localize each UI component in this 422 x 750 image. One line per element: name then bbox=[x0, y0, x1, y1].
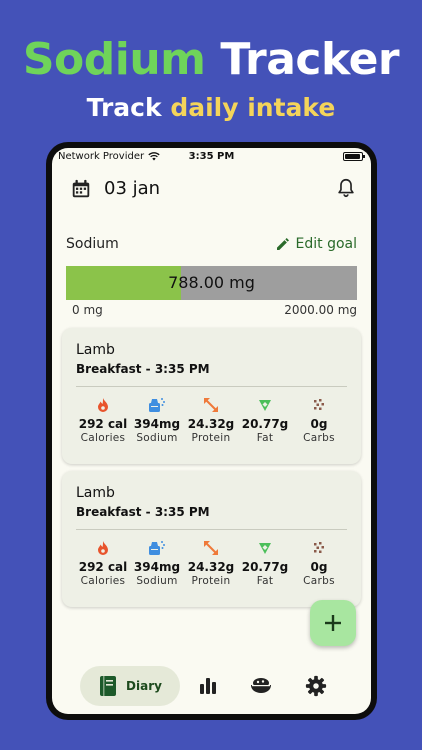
bowl-icon[interactable] bbox=[250, 675, 272, 695]
promo-subtitle-word2: daily intake bbox=[170, 93, 336, 122]
nutrient-label: Sodium bbox=[136, 575, 178, 587]
promo-subtitle-word1: Track bbox=[86, 93, 162, 122]
nutrient-value: 24.32g bbox=[187, 560, 235, 574]
nutrient-fat: 20.77g Fat bbox=[238, 539, 292, 587]
calendar-icon[interactable] bbox=[70, 178, 92, 200]
stats-icon[interactable] bbox=[198, 675, 218, 695]
settings-icon[interactable] bbox=[305, 675, 327, 697]
nav-diary[interactable]: Diary bbox=[80, 666, 180, 706]
nutrient-calories: 292 cal Calories bbox=[76, 539, 130, 587]
nutrient-label: Calories bbox=[80, 575, 126, 587]
pencil-icon bbox=[276, 238, 289, 250]
flame-icon bbox=[76, 396, 130, 414]
nutrient-label: Protein bbox=[191, 432, 231, 444]
nutrient-label: Carbs bbox=[303, 432, 335, 444]
sodium-summary-row: Sodium Edit goal bbox=[66, 236, 357, 256]
salt-shaker-icon bbox=[130, 396, 184, 414]
current-date[interactable]: 03 jan bbox=[104, 178, 160, 199]
nav-diary-label: Diary bbox=[126, 679, 162, 693]
card-divider bbox=[76, 386, 347, 387]
nutrient-label: Fat bbox=[256, 575, 274, 587]
add-entry-button[interactable] bbox=[310, 600, 356, 646]
food-entry-card[interactable]: Lamb Breakfast - 3:35 PM 292 cal Calorie… bbox=[62, 328, 361, 464]
promo-subtitle: Track daily intake bbox=[0, 90, 422, 126]
arrows-diagonal-icon bbox=[184, 539, 238, 557]
food-name: Lamb bbox=[76, 485, 115, 501]
nutrient-label: Protein bbox=[191, 575, 231, 587]
nutrient-calories: 292 cal Calories bbox=[76, 396, 130, 444]
nutrient-value: 24.32g bbox=[187, 417, 235, 431]
app-screen: Network Provider 3:35 PM 03 jan Sodium E… bbox=[52, 148, 371, 714]
food-name: Lamb bbox=[76, 342, 115, 358]
sodium-progress-bar: 788.00 mg bbox=[66, 266, 357, 300]
bell-icon[interactable] bbox=[335, 177, 357, 199]
nutrient-value: 0g bbox=[310, 417, 328, 431]
battery-icon bbox=[343, 152, 365, 161]
drop-icon bbox=[238, 396, 292, 414]
diary-icon bbox=[100, 676, 117, 696]
sodium-current-value: 788.00 mg bbox=[168, 273, 255, 292]
sodium-goal-label: 2000.00 mg bbox=[284, 303, 357, 317]
nutrient-protein: 24.32g Protein bbox=[184, 539, 238, 587]
arrows-diagonal-icon bbox=[184, 396, 238, 414]
nutrient-value: 292 cal bbox=[78, 417, 128, 431]
nutrient-carbs: 0g Carbs bbox=[292, 396, 346, 444]
plus-icon bbox=[325, 615, 341, 631]
nutrient-label: Calories bbox=[80, 432, 126, 444]
flame-icon bbox=[76, 539, 130, 557]
sodium-label: Sodium bbox=[66, 236, 119, 252]
nutrient-fat: 20.77g Fat bbox=[238, 396, 292, 444]
promo-title: Sodium Tracker bbox=[0, 32, 422, 88]
bottom-nav: Diary bbox=[52, 664, 371, 708]
drop-icon bbox=[238, 539, 292, 557]
nutrient-value: 20.77g bbox=[241, 417, 289, 431]
nutrient-protein: 24.32g Protein bbox=[184, 396, 238, 444]
nutrient-carbs: 0g Carbs bbox=[292, 539, 346, 587]
nutrient-label: Sodium bbox=[136, 432, 178, 444]
nutrient-value: 394mg bbox=[133, 560, 181, 574]
salt-shaker-icon bbox=[130, 539, 184, 557]
food-entry-card[interactable]: Lamb Breakfast - 3:35 PM 292 cal Calorie… bbox=[62, 471, 361, 607]
promo-title-word1: Sodium bbox=[22, 34, 206, 85]
grain-icon bbox=[292, 396, 346, 414]
card-divider bbox=[76, 529, 347, 530]
status-time: 3:35 PM bbox=[188, 151, 235, 162]
top-bar: 03 jan bbox=[52, 174, 371, 206]
nutrient-value: 394mg bbox=[133, 417, 181, 431]
nutrient-label: Carbs bbox=[303, 575, 335, 587]
sodium-min-label: 0 mg bbox=[72, 303, 103, 317]
status-bar: Network Provider 3:35 PM bbox=[52, 148, 371, 166]
meal-time: Breakfast - 3:35 PM bbox=[76, 362, 210, 376]
nutrient-sodium: 394mg Sodium bbox=[130, 539, 184, 587]
meal-time: Breakfast - 3:35 PM bbox=[76, 505, 210, 519]
nutrient-sodium: 394mg Sodium bbox=[130, 396, 184, 444]
nutrient-value: 292 cal bbox=[78, 560, 128, 574]
grain-icon bbox=[292, 539, 346, 557]
nutrient-label: Fat bbox=[256, 432, 274, 444]
edit-goal-label: Edit goal bbox=[295, 236, 357, 252]
promo-title-word2: Tracker bbox=[220, 34, 400, 85]
nutrient-value: 20.77g bbox=[241, 560, 289, 574]
nutrient-value: 0g bbox=[310, 560, 328, 574]
edit-goal-button[interactable]: Edit goal bbox=[275, 236, 357, 252]
